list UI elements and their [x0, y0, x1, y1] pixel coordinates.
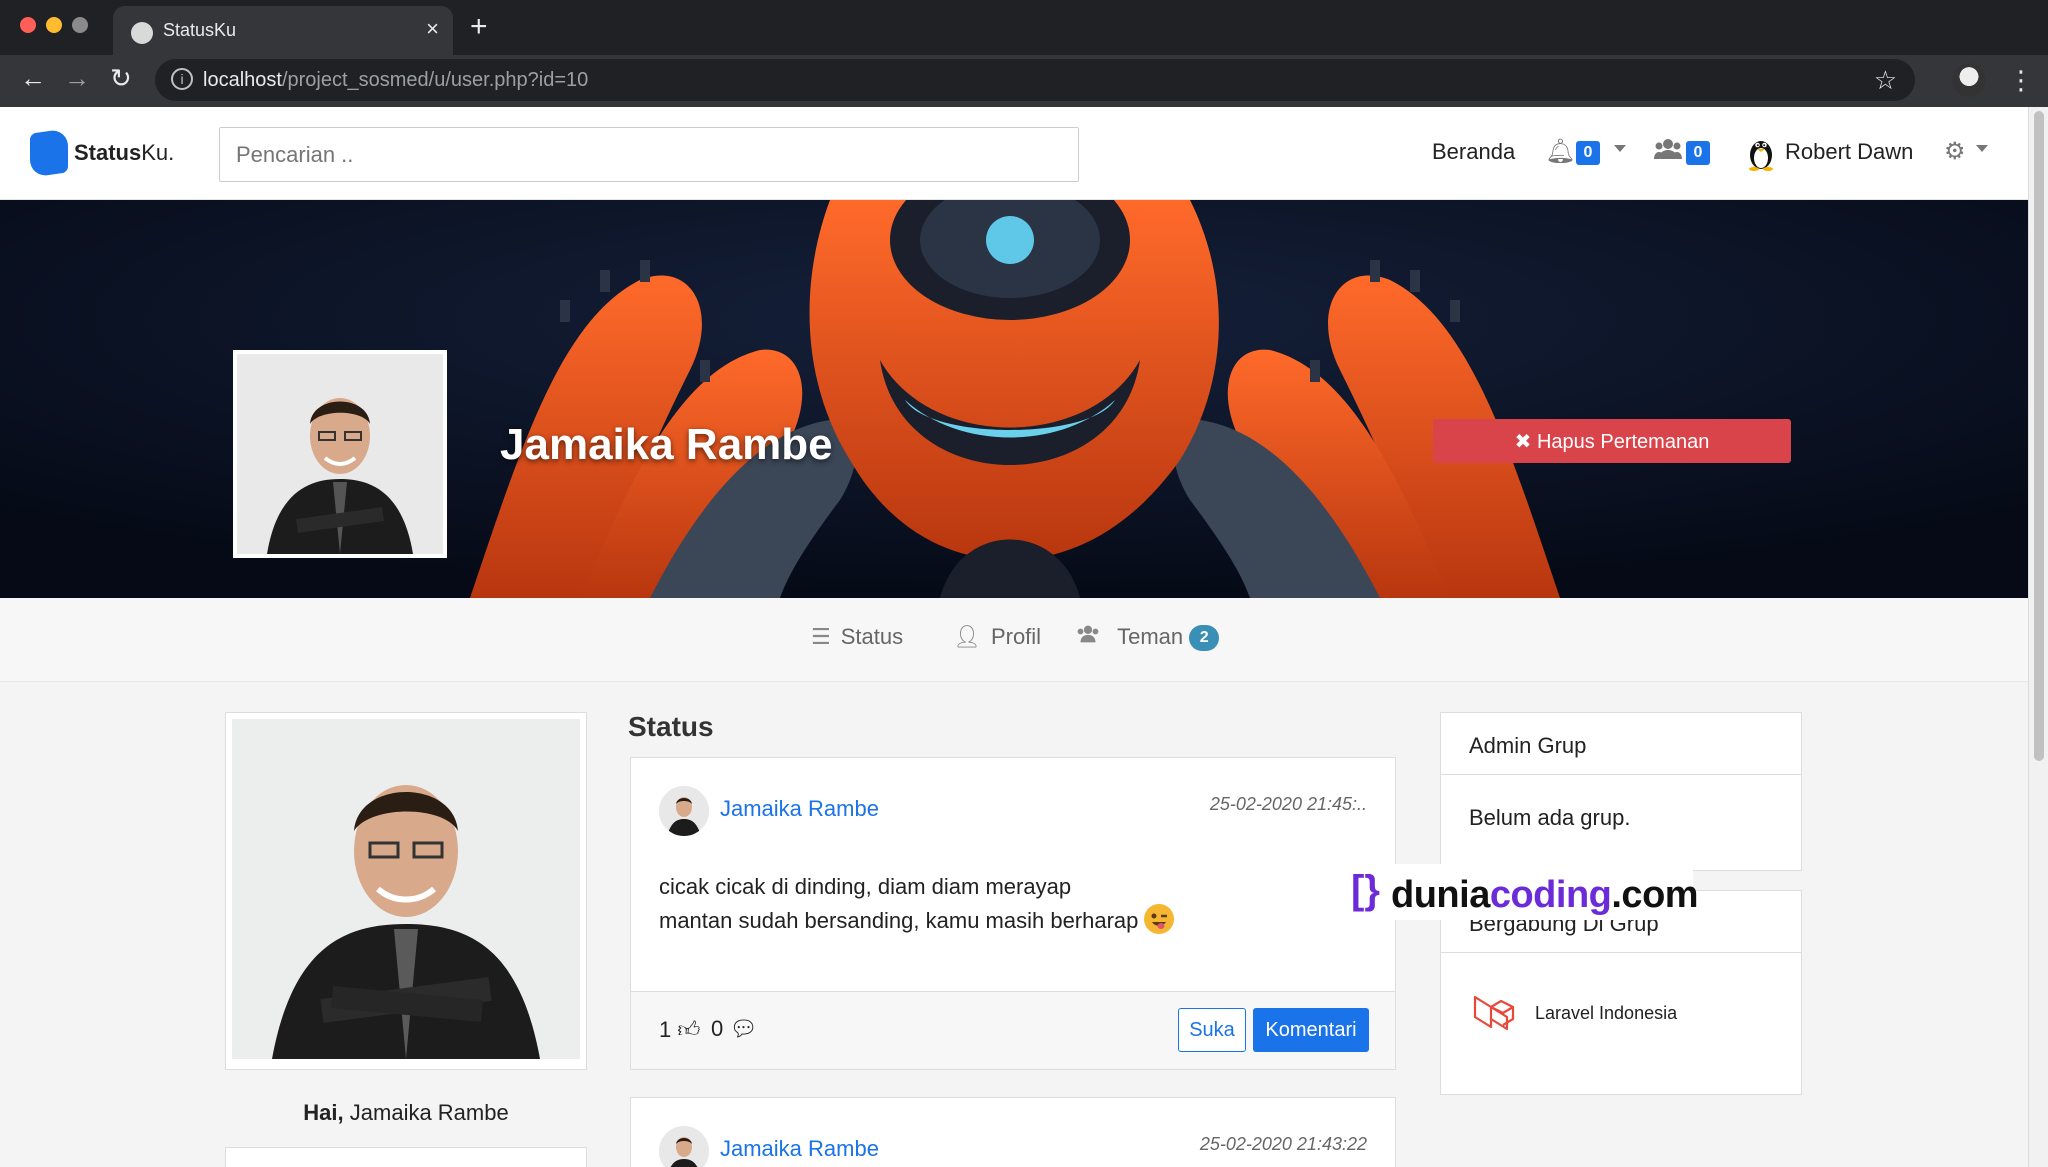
tab-teman-label: Teman: [1117, 624, 1184, 649]
admin-group-empty: Belum ada grup.: [1469, 805, 1631, 830]
scrollbar-thumb[interactable]: [2034, 111, 2044, 761]
group-name[interactable]: Laravel Indonesia: [1535, 1003, 1677, 1024]
comments-icon: 💬︎: [723, 1016, 758, 1041]
address-url: localhost/project_sosmed/u/user.php?id=1…: [203, 69, 588, 92]
zoom-window-button[interactable]: [72, 17, 88, 33]
site-info-icon[interactable]: i: [171, 68, 193, 90]
browser-profile-avatar[interactable]: [1952, 63, 1986, 97]
watermark-part-a: dunia: [1391, 874, 1490, 916]
post-author-avatar[interactable]: [659, 1126, 709, 1167]
left-secondary-card: [225, 1147, 587, 1167]
logo-rest: Ku.: [141, 140, 175, 165]
gear-icon[interactable]: ⚙: [1944, 137, 1966, 166]
status-post: Jamaika Rambe 25-02-2020 21:43:22: [630, 1097, 1396, 1167]
greeting-name: Jamaika Rambe: [349, 1100, 509, 1125]
logo-bold: Status: [74, 140, 142, 165]
watermark-logo: [} duniacoding.com: [1345, 864, 1699, 920]
comment-count: 0 💬︎: [711, 1016, 757, 1042]
post-timestamp: 25-02-2020 21:43:22: [1199, 1134, 1367, 1154]
nav-home-link[interactable]: Beranda: [1432, 139, 1515, 165]
profile-cover: Jamaika Rambe ✖ Hapus Pertemanan: [0, 200, 2028, 598]
address-bar[interactable]: i localhost/project_sosmed/u/user.php?id…: [155, 59, 1915, 101]
forward-icon[interactable]: →: [64, 63, 90, 94]
close-tab-icon[interactable]: ×: [426, 16, 439, 42]
post-author-link[interactable]: Jamaika Rambe: [720, 1136, 879, 1162]
tab-profil[interactable]: 👤︎ Profil: [953, 624, 1041, 650]
joined-group-card: Bergabung Di Grup Laravel Indonesia: [1440, 890, 1802, 1095]
users-icon: [1075, 624, 1107, 649]
thumbs-up-icon: 👍︎: [671, 1017, 701, 1042]
browser-tab-bar: StatusKu × +: [0, 0, 2048, 55]
list-icon: ☰: [811, 624, 831, 649]
cover-avatar[interactable]: [233, 350, 447, 558]
url-path: /project_sosmed/u/user.php?id=10: [281, 69, 589, 91]
post-author-avatar[interactable]: [659, 786, 709, 836]
watermark-bracket: [}: [1351, 868, 1380, 912]
post-timestamp: 25-02-2020 21:45:..: [1209, 794, 1367, 814]
bookmark-star-icon[interactable]: ☆: [1874, 65, 1897, 96]
browser-menu-icon[interactable]: ⋮: [2008, 65, 2034, 96]
page-viewport: StatusKu. Beranda 🔔︎ 0 0 Robert Dawn ⚙: [0, 107, 2028, 1167]
admin-group-card: Admin Grup Belum ada grup.: [1440, 712, 1802, 871]
search-input[interactable]: [219, 127, 1079, 182]
status-heading: Status: [628, 711, 714, 742]
watermark-part-c: .com: [1611, 874, 1699, 916]
post-content: cicak cicak di dinding, diam diam meraya…: [659, 870, 1175, 938]
admin-group-title: Admin Grup: [1441, 713, 1801, 775]
post-line-2: mantan sudah bersanding, kamu masih berh…: [659, 908, 1139, 933]
url-host: localhost: [203, 69, 282, 91]
minimize-window-button[interactable]: [46, 17, 62, 33]
settings-chevron-down-icon[interactable]: [1976, 145, 1988, 152]
laravel-icon: [1473, 995, 1515, 1031]
post-line-1: cicak cicak di dinding, diam diam meraya…: [659, 874, 1072, 899]
post-footer: 1 👍︎ 0 💬︎ Suka Komentari: [631, 991, 1395, 1069]
profile-tabs: ☰ Status 👤︎ Profil Teman 2: [0, 598, 2028, 682]
avatar-photo: [237, 354, 443, 554]
like-count-value: 1: [659, 1017, 672, 1042]
like-count: 1 👍︎: [659, 1016, 700, 1043]
bell-icon[interactable]: 🔔︎: [1545, 137, 1575, 166]
profile-name: Jamaika Rambe: [500, 420, 833, 469]
profile-photo[interactable]: [232, 719, 580, 1059]
notification-badge: 0: [1576, 141, 1600, 165]
tab-title: StatusKu: [163, 20, 237, 40]
close-window-button[interactable]: [20, 17, 36, 33]
linux-penguin-icon[interactable]: [1746, 135, 1776, 171]
watermark-text: duniacoding.com: [1391, 874, 1699, 917]
page-scrollbar[interactable]: [2028, 107, 2048, 1167]
reload-icon[interactable]: ↻: [110, 63, 132, 94]
post-author-link[interactable]: Jamaika Rambe: [720, 796, 879, 822]
logo-icon[interactable]: [30, 128, 68, 178]
tab-status-label: Status: [840, 624, 904, 649]
group-item-laravel[interactable]: Laravel Indonesia: [1441, 953, 1801, 1053]
greeting-prefix: Hai,: [303, 1100, 344, 1125]
logo-text[interactable]: StatusKu.: [74, 140, 174, 166]
browser-toolbar: ← → ↻ i localhost/project_sosmed/u/user.…: [0, 55, 2048, 107]
tab-teman[interactable]: Teman 2: [1075, 624, 1220, 651]
new-tab-icon[interactable]: +: [470, 10, 488, 44]
back-icon[interactable]: ←: [20, 63, 46, 94]
profile-photo-card: [225, 712, 587, 1070]
app-navbar: StatusKu. Beranda 🔔︎ 0 0 Robert Dawn ⚙: [0, 107, 2028, 200]
watermark-part-b: coding: [1489, 874, 1612, 916]
chevron-down-icon[interactable]: [1614, 145, 1626, 152]
tab-status[interactable]: ☰ Status: [811, 624, 903, 650]
greeting-text: Hai, Jamaika Rambe: [225, 1100, 587, 1126]
browser-tab[interactable]: StatusKu ×: [113, 6, 453, 55]
friends-count-badge: 2: [1189, 625, 1220, 651]
like-button[interactable]: Suka: [1178, 1008, 1246, 1052]
unfriend-button[interactable]: ✖ Hapus Pertemanan: [1433, 419, 1791, 463]
tab-profil-label: Profil: [990, 624, 1042, 649]
user-menu-name[interactable]: Robert Dawn: [1785, 139, 1913, 165]
comment-count-value: 0: [711, 1016, 724, 1041]
status-post: Jamaika Rambe 25-02-2020 21:45:.. cicak …: [630, 757, 1396, 1070]
comment-button[interactable]: Komentari: [1253, 1008, 1369, 1052]
friend-request-badge: 0: [1686, 141, 1710, 165]
winking-tongue-emoji-icon: [1144, 904, 1175, 934]
favicon-icon: [131, 22, 153, 44]
friends-icon[interactable]: [1654, 137, 1682, 168]
user-icon: 👤︎: [953, 624, 981, 649]
